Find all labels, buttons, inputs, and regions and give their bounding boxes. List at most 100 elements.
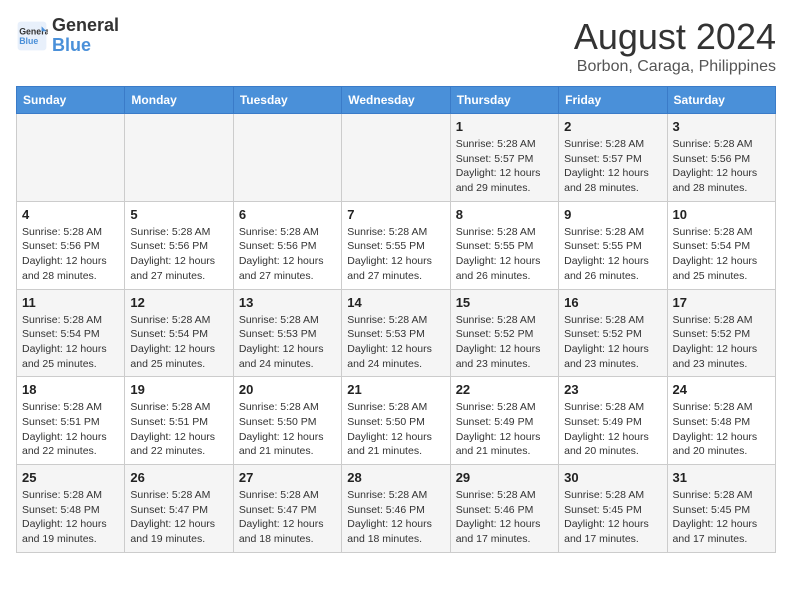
day-info: Sunrise: 5:28 AMSunset: 5:48 PMDaylight:…: [22, 488, 119, 547]
day-number: 6: [239, 207, 336, 222]
day-info: Sunrise: 5:28 AMSunset: 5:46 PMDaylight:…: [456, 488, 553, 547]
week-row-2: 4 Sunrise: 5:28 AMSunset: 5:56 PMDaylight…: [17, 201, 776, 289]
calendar-cell: 8Sunrise: 5:28 AMSunset: 5:55 PMDaylight…: [450, 201, 558, 289]
day-info: Sunrise: 5:28 AMSunset: 5:49 PMDaylight:…: [564, 400, 661, 459]
day-number: 11: [22, 295, 119, 310]
day-info: Sunrise: 5:28 AMSunset: 5:56 PMDaylight:…: [673, 137, 770, 196]
calendar-cell: 1 Sunrise: 5:28 AMSunset: 5:57 PMDaylight…: [450, 114, 558, 202]
calendar-cell: 3 Sunrise: 5:28 AMSunset: 5:56 PMDaylight…: [667, 114, 775, 202]
day-number: 15: [456, 295, 553, 310]
logo-icon: General Blue: [16, 20, 48, 52]
day-number: 14: [347, 295, 444, 310]
calendar-cell: 9 Sunrise: 5:28 AMSunset: 5:55 PMDaylight…: [559, 201, 667, 289]
day-info: Sunrise: 5:28 AMSunset: 5:56 PMDaylight:…: [130, 225, 227, 284]
day-info: Sunrise: 5:28 AMSunset: 5:52 PMDaylight:…: [456, 313, 553, 372]
calendar-cell: 27Sunrise: 5:28 AMSunset: 5:47 PMDayligh…: [233, 465, 341, 553]
day-info: Sunrise: 5:28 AMSunset: 5:55 PMDaylight:…: [456, 225, 553, 284]
calendar-cell: 30 Sunrise: 5:28 AMSunset: 5:45 PMDayligh…: [559, 465, 667, 553]
calendar-cell: 2Sunrise: 5:28 AMSunset: 5:57 PMDaylight…: [559, 114, 667, 202]
calendar-cell: 31 Sunrise: 5:28 AMSunset: 5:45 PMDayligh…: [667, 465, 775, 553]
day-info: Sunrise: 5:28 AMSunset: 5:55 PMDaylight:…: [564, 225, 661, 284]
calendar-cell: 13 Sunrise: 5:28 AMSunset: 5:53 PMDayligh…: [233, 289, 341, 377]
week-row-3: 11Sunrise: 5:28 AMSunset: 5:54 PMDayligh…: [17, 289, 776, 377]
day-number: 12: [130, 295, 227, 310]
calendar-cell: 20Sunrise: 5:28 AMSunset: 5:50 PMDayligh…: [233, 377, 341, 465]
logo: General Blue General Blue: [16, 16, 119, 56]
calendar-cell: 11Sunrise: 5:28 AMSunset: 5:54 PMDayligh…: [17, 289, 125, 377]
svg-text:Blue: Blue: [19, 36, 38, 46]
day-info: Sunrise: 5:28 AMSunset: 5:51 PMDaylight:…: [130, 400, 227, 459]
calendar-cell: 23 Sunrise: 5:28 AMSunset: 5:49 PMDayligh…: [559, 377, 667, 465]
header-friday: Friday: [559, 87, 667, 114]
day-number: 16: [564, 295, 661, 310]
week-row-5: 25Sunrise: 5:28 AMSunset: 5:48 PMDayligh…: [17, 465, 776, 553]
day-info: Sunrise: 5:28 AMSunset: 5:57 PMDaylight:…: [456, 137, 553, 196]
calendar-cell: 25Sunrise: 5:28 AMSunset: 5:48 PMDayligh…: [17, 465, 125, 553]
logo-text: General Blue: [52, 16, 119, 56]
day-number: 22: [456, 382, 553, 397]
day-number: 2: [564, 119, 661, 134]
day-info: Sunrise: 5:28 AMSunset: 5:49 PMDaylight:…: [456, 400, 553, 459]
day-info: Sunrise: 5:28 AMSunset: 5:50 PMDaylight:…: [347, 400, 444, 459]
day-number: 7: [347, 207, 444, 222]
day-number: 9: [564, 207, 661, 222]
day-number: 10: [673, 207, 770, 222]
day-number: 31: [673, 470, 770, 485]
week-row-1: 1 Sunrise: 5:28 AMSunset: 5:57 PMDaylight…: [17, 114, 776, 202]
day-number: 3: [673, 119, 770, 134]
day-number: 29: [456, 470, 553, 485]
calendar-cell: 4 Sunrise: 5:28 AMSunset: 5:56 PMDaylight…: [17, 201, 125, 289]
day-number: 23: [564, 382, 661, 397]
calendar-header: SundayMondayTuesdayWednesdayThursdayFrid…: [17, 87, 776, 114]
calendar-cell: [342, 114, 450, 202]
day-number: 13: [239, 295, 336, 310]
day-number: 19: [130, 382, 227, 397]
day-info: Sunrise: 5:28 AMSunset: 5:55 PMDaylight:…: [347, 225, 444, 284]
calendar-cell: [233, 114, 341, 202]
calendar-cell: 17Sunrise: 5:28 AMSunset: 5:52 PMDayligh…: [667, 289, 775, 377]
calendar-cell: 5 Sunrise: 5:28 AMSunset: 5:56 PMDaylight…: [125, 201, 233, 289]
calendar-cell: [17, 114, 125, 202]
calendar-cell: [125, 114, 233, 202]
day-info: Sunrise: 5:28 AMSunset: 5:45 PMDaylight:…: [673, 488, 770, 547]
page-header: General Blue General Blue August 2024 Bo…: [16, 16, 776, 76]
calendar-cell: 14 Sunrise: 5:28 AMSunset: 5:53 PMDayligh…: [342, 289, 450, 377]
day-number: 26: [130, 470, 227, 485]
title-block: August 2024 Borbon, Caraga, Philippines: [574, 16, 776, 76]
day-info: Sunrise: 5:28 AMSunset: 5:56 PMDaylight:…: [22, 225, 119, 284]
svg-text:General: General: [19, 26, 48, 36]
calendar-cell: 15 Sunrise: 5:28 AMSunset: 5:52 PMDayligh…: [450, 289, 558, 377]
day-info: Sunrise: 5:28 AMSunset: 5:45 PMDaylight:…: [564, 488, 661, 547]
calendar-cell: 29 Sunrise: 5:28 AMSunset: 5:46 PMDayligh…: [450, 465, 558, 553]
day-info: Sunrise: 5:28 AMSunset: 5:53 PMDaylight:…: [239, 313, 336, 372]
day-number: 18: [22, 382, 119, 397]
calendar-body: 1 Sunrise: 5:28 AMSunset: 5:57 PMDaylight…: [17, 114, 776, 553]
day-number: 21: [347, 382, 444, 397]
day-number: 1: [456, 119, 553, 134]
day-info: Sunrise: 5:28 AMSunset: 5:56 PMDaylight:…: [239, 225, 336, 284]
calendar-cell: 28Sunrise: 5:28 AMSunset: 5:46 PMDayligh…: [342, 465, 450, 553]
day-number: 24: [673, 382, 770, 397]
calendar-cell: 24Sunrise: 5:28 AMSunset: 5:48 PMDayligh…: [667, 377, 775, 465]
month-year: August 2024: [574, 16, 776, 58]
day-number: 5: [130, 207, 227, 222]
day-info: Sunrise: 5:28 AMSunset: 5:53 PMDaylight:…: [347, 313, 444, 372]
header-monday: Monday: [125, 87, 233, 114]
day-number: 27: [239, 470, 336, 485]
calendar-table: SundayMondayTuesdayWednesdayThursdayFrid…: [16, 86, 776, 553]
calendar-cell: 22 Sunrise: 5:28 AMSunset: 5:49 PMDayligh…: [450, 377, 558, 465]
calendar-cell: 19 Sunrise: 5:28 AMSunset: 5:51 PMDayligh…: [125, 377, 233, 465]
calendar-cell: 21 Sunrise: 5:28 AMSunset: 5:50 PMDayligh…: [342, 377, 450, 465]
header-sunday: Sunday: [17, 87, 125, 114]
header-thursday: Thursday: [450, 87, 558, 114]
day-number: 30: [564, 470, 661, 485]
day-info: Sunrise: 5:28 AMSunset: 5:54 PMDaylight:…: [673, 225, 770, 284]
calendar-cell: 6 Sunrise: 5:28 AMSunset: 5:56 PMDaylight…: [233, 201, 341, 289]
day-info: Sunrise: 5:28 AMSunset: 5:46 PMDaylight:…: [347, 488, 444, 547]
day-info: Sunrise: 5:28 AMSunset: 5:51 PMDaylight:…: [22, 400, 119, 459]
calendar-cell: 10 Sunrise: 5:28 AMSunset: 5:54 PMDayligh…: [667, 201, 775, 289]
day-number: 4: [22, 207, 119, 222]
header-saturday: Saturday: [667, 87, 775, 114]
day-number: 20: [239, 382, 336, 397]
day-info: Sunrise: 5:28 AMSunset: 5:52 PMDaylight:…: [564, 313, 661, 372]
